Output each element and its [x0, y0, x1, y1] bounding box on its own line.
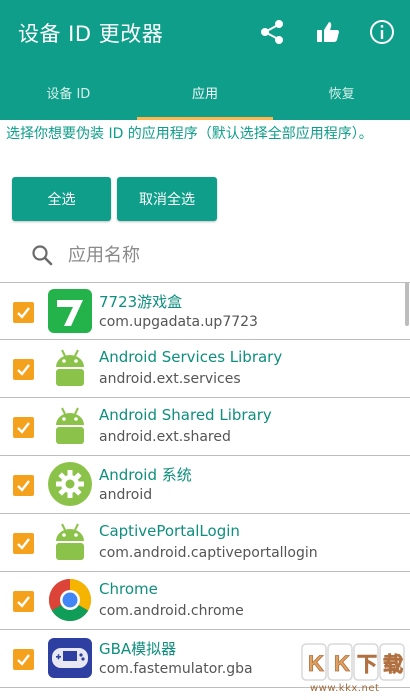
share-icon[interactable]: [254, 14, 290, 50]
android-robot-icon: [56, 407, 84, 444]
app-checkbox[interactable]: [13, 475, 34, 496]
app-package: android: [99, 487, 153, 503]
select-all-button[interactable]: 全选: [12, 177, 111, 221]
check-icon: [17, 596, 30, 608]
check-icon: [17, 422, 30, 434]
app-checkbox[interactable]: [13, 359, 34, 380]
app-package: com.android.captiveportallogin: [99, 545, 318, 561]
list-item[interactable]: Chrome com.android.chrome: [0, 572, 410, 630]
app-checkbox[interactable]: [13, 649, 34, 670]
tab-bar: 设备 ID 应用 恢复: [0, 64, 410, 120]
list-scrollbar[interactable]: [405, 282, 409, 326]
svg-text:K: K: [308, 651, 324, 676]
app-package: com.android.chrome: [99, 603, 244, 619]
tab-apps[interactable]: 应用: [136, 64, 274, 120]
android-gear-icon: [48, 462, 92, 506]
app-name: Android Services Library: [99, 348, 283, 366]
gba-controller-icon: [48, 638, 92, 678]
list-item[interactable]: Android 系统 android: [0, 456, 410, 514]
check-icon: [17, 364, 30, 376]
app-title: 设备 ID 更改器: [18, 22, 164, 46]
app-search-input[interactable]: [68, 244, 358, 266]
instruction-text: 选择你想要伪装 ID 的应用程序（默认选择全部应用程序）。: [6, 126, 373, 142]
app-7723-icon: [48, 289, 92, 333]
check-icon: [17, 538, 30, 550]
app-package: com.upgadata.up7723: [99, 314, 258, 330]
app-package: android.ext.services: [99, 371, 241, 387]
info-icon[interactable]: [364, 14, 400, 50]
search-icon: [32, 245, 53, 266]
deselect-all-button[interactable]: 取消全选: [117, 177, 217, 221]
app-checkbox[interactable]: [13, 417, 34, 438]
app-package: com.fastemulator.gba: [99, 661, 253, 677]
svg-text:载: 载: [383, 652, 403, 676]
list-item[interactable]: 7723游戏盒 com.upgadata.up7723: [0, 282, 410, 340]
check-icon: [17, 654, 30, 666]
list-item[interactable]: Android Shared Library android.ext.share…: [0, 398, 410, 456]
app-name: Android Shared Library: [99, 406, 272, 424]
toolbar: 设备 ID 更改器: [0, 0, 410, 64]
app-screen: 设备 ID 更改器 设备 ID 应用 恢复 选择你想要伪装 ID 的应用程序（默…: [0, 0, 410, 700]
watermark-url: www.kkx.net: [310, 683, 380, 694]
tab-restore[interactable]: 恢复: [273, 64, 410, 120]
app-checkbox[interactable]: [13, 302, 34, 323]
android-robot-icon: [56, 349, 84, 386]
check-icon: [17, 307, 30, 319]
app-checkbox[interactable]: [13, 591, 34, 612]
list-item[interactable]: CaptivePortalLogin com.android.captivepo…: [0, 514, 410, 572]
thumbs-up-icon[interactable]: [310, 14, 346, 50]
app-package: android.ext.shared: [99, 429, 231, 445]
app-name: 7723游戏盒: [99, 293, 183, 311]
chrome-icon: [48, 579, 92, 622]
tab-device-id[interactable]: 设备 ID: [0, 64, 137, 120]
list-item[interactable]: Android Services Library android.ext.ser…: [0, 340, 410, 398]
app-checkbox[interactable]: [13, 533, 34, 554]
svg-text:K: K: [334, 651, 350, 676]
app-name: Android 系统: [99, 466, 192, 484]
app-name: CaptivePortalLogin: [99, 522, 240, 540]
check-icon: [17, 480, 30, 492]
app-list: 7723游戏盒 com.upgadata.up7723 Android Serv…: [0, 282, 410, 700]
svg-text:下: 下: [357, 652, 377, 676]
app-name: Chrome: [99, 580, 158, 598]
app-name: GBA模拟器: [99, 640, 177, 658]
android-robot-icon: [56, 523, 84, 560]
search-bar: [30, 238, 370, 272]
